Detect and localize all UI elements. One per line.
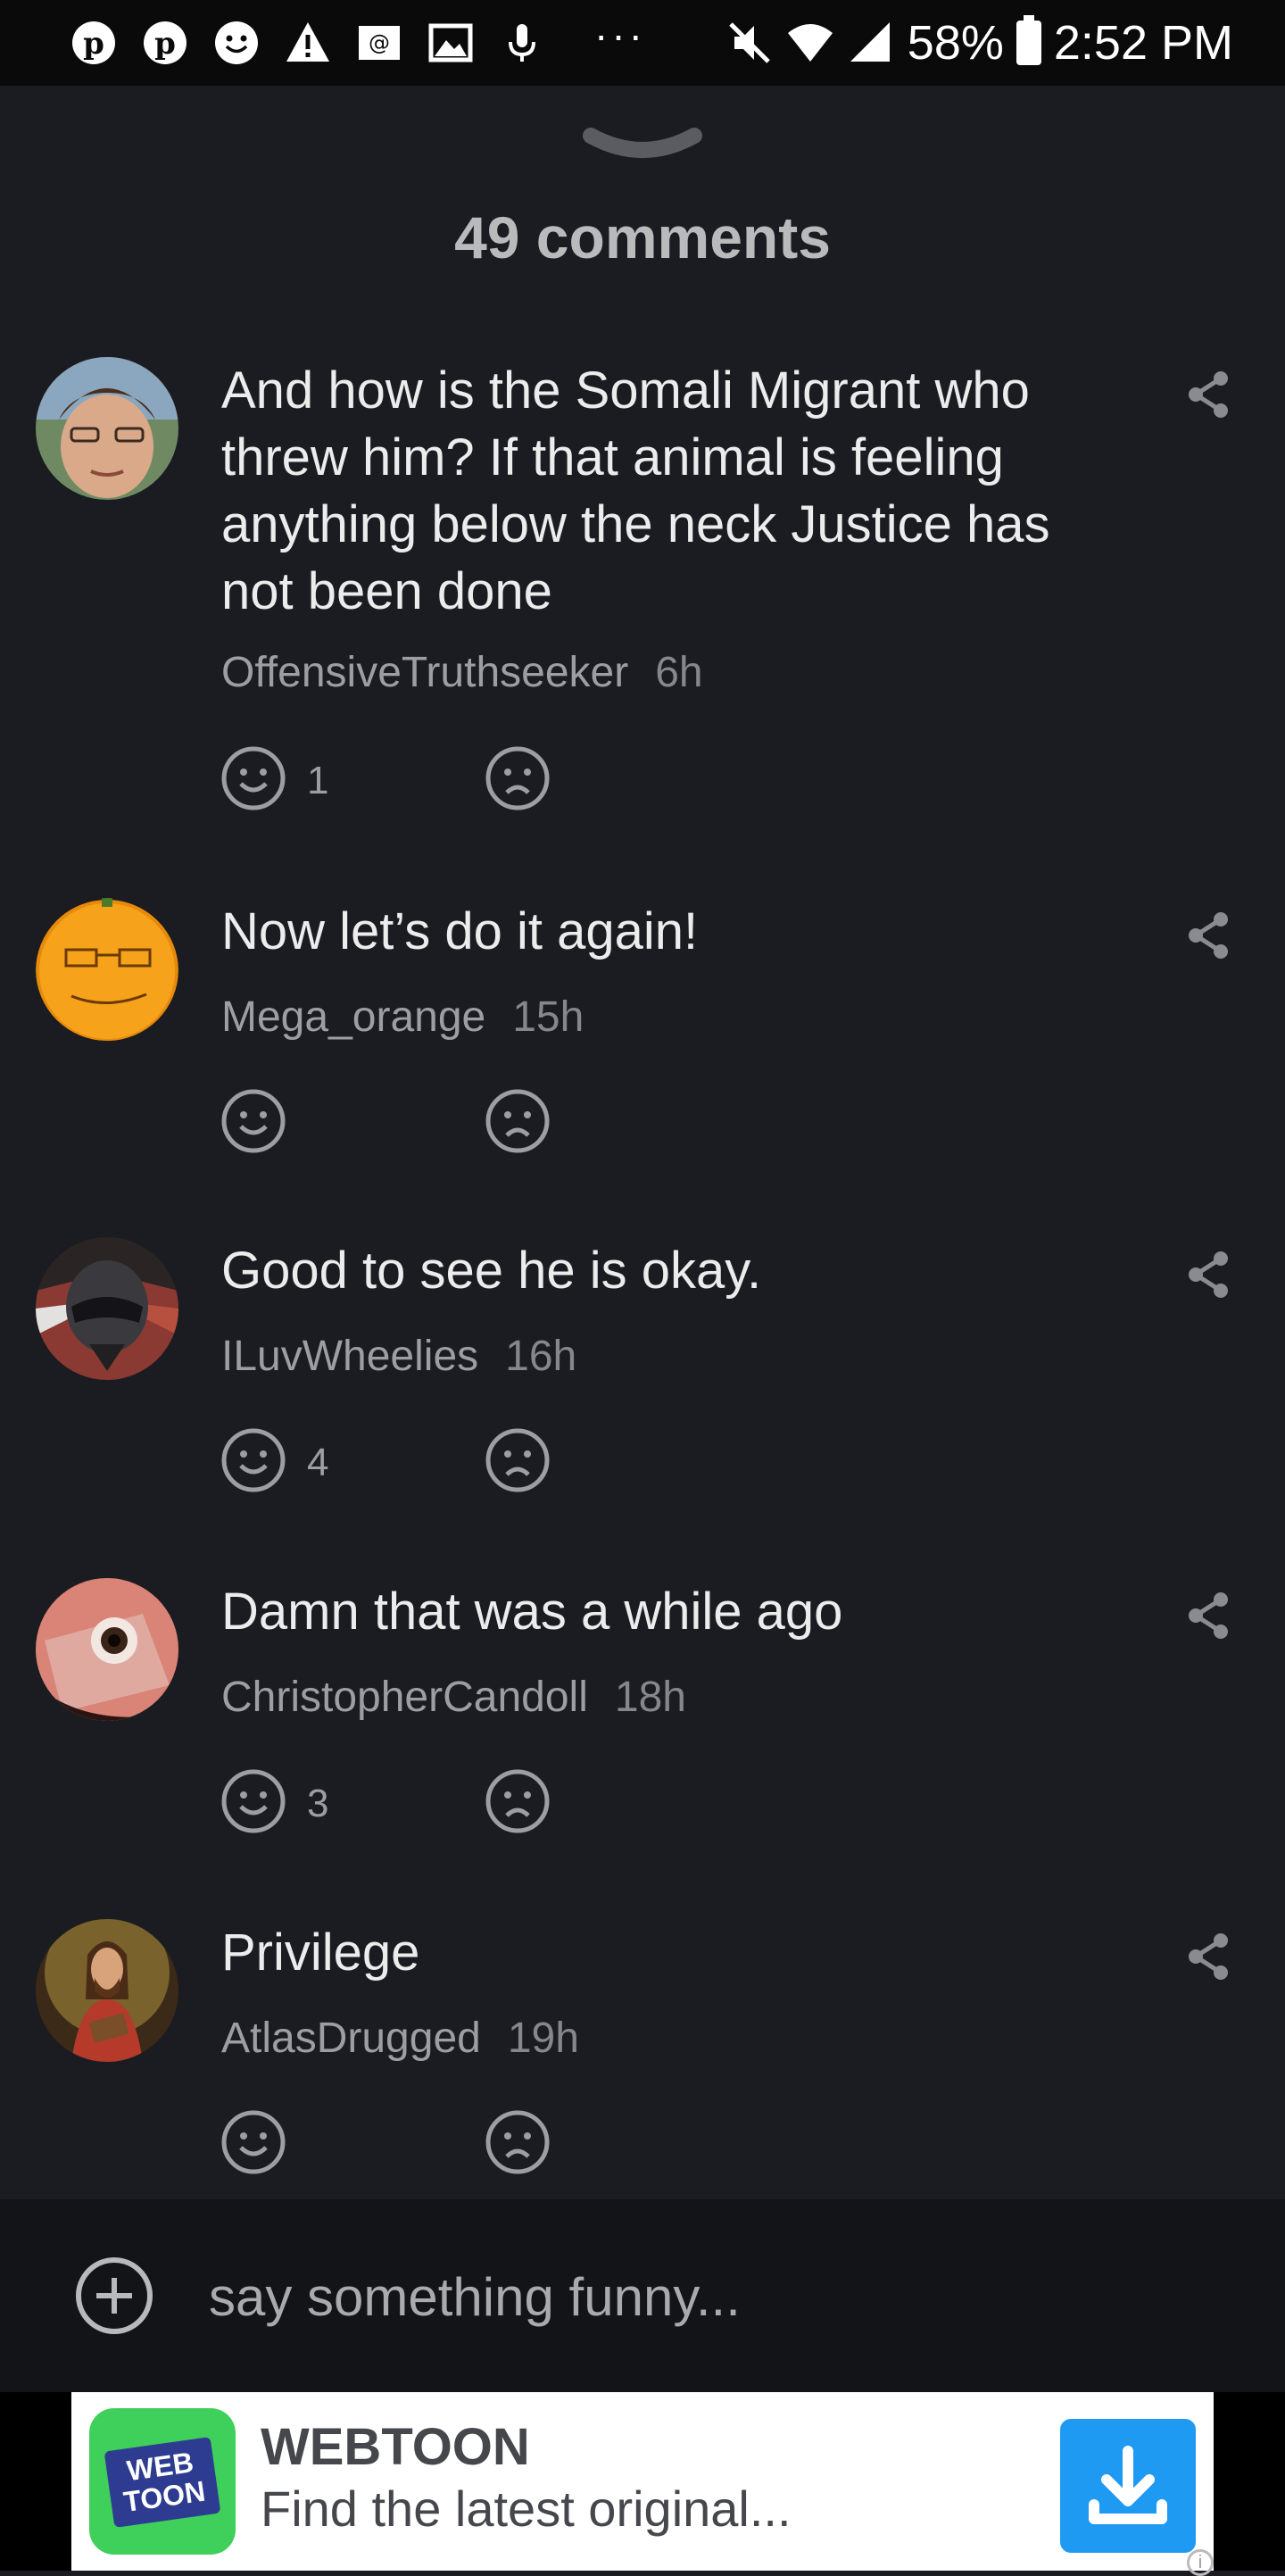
mute-icon — [725, 19, 774, 67]
smiley-icon — [212, 19, 261, 67]
comment-author[interactable]: AtlasDrugged — [221, 2015, 481, 2062]
share-icon[interactable] — [1185, 1591, 1231, 1641]
comment-text: Good to see he is okay. — [221, 1242, 762, 1300]
avatar[interactable] — [36, 1237, 178, 1380]
share-icon[interactable] — [1185, 1250, 1231, 1300]
comment-time: 15h — [512, 993, 584, 1041]
image-icon — [427, 19, 475, 67]
frown-icon — [485, 1089, 550, 1153]
download-button[interactable] — [1060, 2419, 1196, 2553]
frown-icon — [485, 746, 550, 810]
avatar[interactable] — [36, 1578, 178, 1721]
signal-icon — [847, 19, 895, 67]
add-attachment-icon[interactable] — [73, 2255, 155, 2337]
comment-meta: OffensiveTruthseeker 6h — [221, 648, 703, 697]
collapse-handle-icon[interactable] — [580, 125, 705, 170]
comment-meta: AtlasDrugged 19h — [221, 2014, 579, 2063]
smiley-icon — [221, 1089, 286, 1153]
dislike-button[interactable] — [484, 1426, 551, 1494]
like-count: 3 — [307, 1782, 329, 1825]
webtoon-logo[interactable]: WEB TOON — [89, 2408, 236, 2555]
like-button[interactable] — [220, 744, 287, 812]
comment-author[interactable]: ChristopherCandoll — [221, 1674, 588, 1721]
comment-text: And how is the Somali Migrant who threw … — [221, 361, 1050, 620]
comment-time: 6h — [655, 649, 703, 696]
like-button[interactable] — [220, 1087, 287, 1155]
comment-input[interactable] — [207, 2258, 1192, 2335]
share-icon[interactable] — [1185, 910, 1231, 960]
webtoon-logo-text: WEB TOON — [104, 2437, 221, 2528]
comment-author[interactable]: ILuvWheelies — [221, 1333, 478, 1380]
comment-time: 19h — [507, 2015, 579, 2062]
dislike-button[interactable] — [484, 2108, 551, 2176]
frown-icon — [485, 2110, 550, 2174]
share-icon[interactable] — [1185, 370, 1231, 420]
comments-count-title: 49 comments — [454, 204, 831, 270]
comment-meta: ILuvWheelies 16h — [221, 1332, 576, 1381]
svg-text:p: p — [83, 26, 104, 62]
battery-percent: 58% — [907, 16, 1004, 70]
pinterest-icon: p — [70, 19, 118, 67]
clock: 2:52 PM — [1053, 16, 1233, 70]
like-button[interactable] — [220, 2108, 287, 2176]
share-icon[interactable] — [1185, 1932, 1231, 1982]
dislike-button[interactable] — [484, 744, 551, 812]
avatar[interactable] — [36, 357, 178, 500]
frown-icon — [485, 1428, 550, 1492]
comment-meta: ChristopherCandoll 18h — [221, 1673, 686, 1722]
comment-author[interactable]: OffensiveTruthseeker — [221, 649, 628, 696]
microphone-icon — [498, 19, 546, 67]
comment-time: 16h — [505, 1333, 577, 1380]
status-bar: p p @ ··· 58% 2:52 PM — [0, 0, 1285, 86]
ad-title[interactable]: WEBTOON — [261, 2417, 530, 2477]
more-dots-icon: ··· — [594, 12, 646, 58]
comment-text: Privilege — [221, 1924, 420, 1982]
ad-subtitle[interactable]: Find the latest original... — [261, 2480, 792, 2538]
like-count: 4 — [307, 1441, 329, 1484]
like-count: 1 — [307, 759, 329, 802]
svg-text:p: p — [154, 26, 176, 62]
comment-text: Damn that was a while ago — [221, 1583, 843, 1641]
avatar[interactable] — [36, 1919, 178, 2062]
warning-icon — [284, 19, 332, 67]
pinterest-icon: p — [141, 19, 189, 67]
email-icon: @ — [355, 19, 403, 67]
comment-text: Now let’s do it again! — [221, 902, 699, 960]
download-icon — [1089, 2446, 1167, 2524]
battery-icon — [1016, 15, 1041, 65]
smiley-icon — [221, 2110, 286, 2174]
comment-meta: Mega_orange 15h — [221, 993, 584, 1042]
comment-time: 18h — [614, 1674, 686, 1721]
wifi-icon — [786, 19, 834, 67]
smiley-icon — [221, 1428, 286, 1492]
like-button[interactable] — [220, 1767, 287, 1835]
dislike-button[interactable] — [484, 1767, 551, 1835]
svg-text:@: @ — [369, 30, 390, 55]
ad-info-icon[interactable]: i — [1187, 2549, 1214, 2576]
dislike-button[interactable] — [484, 1087, 551, 1155]
comment-author[interactable]: Mega_orange — [221, 993, 485, 1041]
like-button[interactable] — [220, 1426, 287, 1494]
smiley-icon — [221, 746, 286, 810]
smiley-icon — [221, 1769, 286, 1833]
frown-icon — [485, 1769, 550, 1833]
avatar[interactable] — [36, 898, 178, 1041]
